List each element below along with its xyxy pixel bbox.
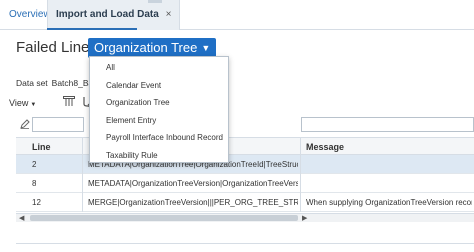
cell-line: 12 bbox=[32, 198, 41, 207]
table-row[interactable]: 12 MERGE|OrganizationTreeVersion|||PER_O… bbox=[16, 193, 474, 212]
cell-data: MERGE|OrganizationTreeVersion|||PER_ORG_… bbox=[88, 198, 298, 207]
tab-label: Import and Load Data bbox=[56, 9, 159, 20]
column-divider bbox=[82, 137, 83, 212]
table-header: Line Message bbox=[16, 137, 474, 155]
column-header-message[interactable]: Message bbox=[306, 142, 344, 152]
scrollbar-thumb[interactable] bbox=[30, 215, 298, 221]
menu-item-element-entry[interactable]: Element Entry bbox=[106, 116, 156, 125]
freeze-columns-icon[interactable] bbox=[63, 96, 75, 107]
menu-item-taxability-rule[interactable]: Taxability Rule bbox=[106, 151, 158, 160]
line-filter-input[interactable] bbox=[32, 117, 84, 132]
tab-overview[interactable]: Overview bbox=[9, 0, 51, 30]
scroll-right-icon[interactable]: ▶ bbox=[302, 214, 307, 223]
table-row[interactable]: 8 METADATA|OrganizationTreeVersion|Organ… bbox=[16, 174, 474, 193]
scroll-left-icon[interactable]: ◀ bbox=[19, 214, 24, 223]
column-divider bbox=[300, 137, 301, 212]
dataset-label: Data set bbox=[16, 78, 48, 88]
active-tab-indicator bbox=[47, 28, 137, 30]
object-type-menu: All Calendar Event Organization Tree Ele… bbox=[89, 56, 229, 163]
cell-line: 2 bbox=[32, 160, 37, 169]
view-label: View bbox=[9, 98, 29, 108]
cell-data: METADATA|OrganizationTreeVersion|Organiz… bbox=[88, 179, 298, 188]
dropdown-selected-value: Organization Tree bbox=[94, 40, 198, 55]
tab-bar-accent bbox=[148, 0, 162, 3]
column-header-line[interactable]: Line bbox=[32, 142, 51, 152]
menu-item-payroll-interface-inbound-record[interactable]: Payroll Interface Inbound Record bbox=[106, 133, 223, 142]
tab-import-and-load-data[interactable]: Import and Load Data × bbox=[47, 0, 181, 30]
menu-item-organization-tree[interactable]: Organization Tree bbox=[106, 98, 170, 107]
close-icon[interactable]: × bbox=[166, 9, 172, 20]
divider bbox=[16, 243, 474, 244]
horizontal-scrollbar[interactable]: ◀ ▶ bbox=[16, 213, 474, 222]
cell-message: When supplying OrganizationTreeVersion r… bbox=[306, 198, 472, 207]
dataset-line: Data set Batch8_BJZ bbox=[16, 78, 98, 88]
table-row[interactable]: 2 METADATA|OrganizationTree|Organization… bbox=[16, 155, 474, 174]
object-type-dropdown[interactable]: Organization Tree ▼ bbox=[88, 38, 217, 58]
pencil-icon[interactable] bbox=[20, 119, 30, 129]
tab-bar: Overview Import and Load Data × bbox=[0, 0, 474, 30]
query-by-example-row bbox=[16, 117, 474, 132]
view-menu-button[interactable]: View ▼ bbox=[9, 98, 36, 108]
chevron-down-icon: ▼ bbox=[201, 43, 211, 53]
message-filter-input[interactable] bbox=[301, 117, 474, 132]
menu-item-all[interactable]: All bbox=[106, 63, 115, 72]
cell-line: 8 bbox=[32, 179, 37, 188]
chevron-down-icon: ▼ bbox=[30, 102, 37, 108]
menu-item-calendar-event[interactable]: Calendar Event bbox=[106, 81, 161, 90]
